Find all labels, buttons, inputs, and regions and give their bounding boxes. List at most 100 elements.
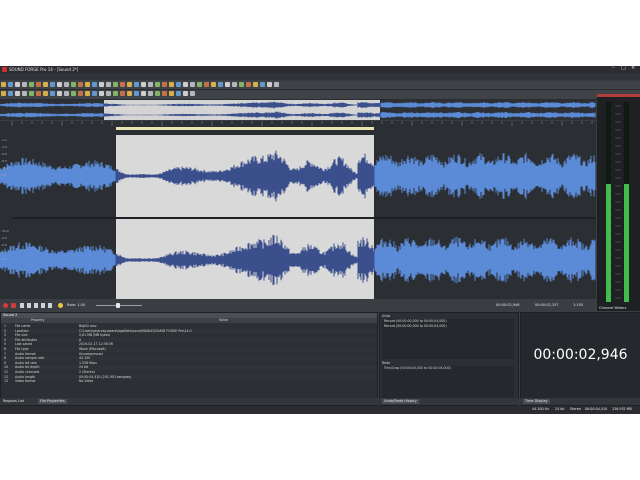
toolbar-button[interactable] [85,91,90,96]
toolbar-button[interactable] [176,91,181,96]
toolbar-button[interactable] [134,82,139,87]
toolbar-button[interactable] [106,91,111,96]
toolbar-button[interactable] [120,91,125,96]
toolbar-button[interactable] [120,82,125,87]
toolbar-button[interactable] [176,82,181,87]
toolbar-button[interactable] [36,91,41,96]
toolbar-button[interactable] [183,91,188,96]
toolbar-button[interactable] [260,82,265,87]
toolbar-button[interactable] [155,91,160,96]
toolbar-button[interactable] [183,82,188,87]
db-scale-label: -1.1 [1,138,7,142]
toolbar-button[interactable] [169,91,174,96]
toolbar-button[interactable] [246,82,251,87]
toolbar-button[interactable] [225,82,230,87]
toolbar-button[interactable] [127,82,132,87]
tab-regions-list[interactable]: Regions List [3,399,24,404]
toolbar-button[interactable] [1,91,6,96]
toolbar-button[interactable] [162,82,167,87]
toolbar-button[interactable] [15,82,20,87]
undo-label: Undo [382,314,391,318]
overview-bar[interactable] [0,100,596,120]
toolbar-button[interactable] [85,82,90,87]
toolbar-button[interactable] [155,82,160,87]
toolbar-button[interactable] [141,82,146,87]
toolbar-button[interactable] [71,91,76,96]
toolbar-button[interactable] [211,82,216,87]
go-to-start-button[interactable] [20,303,24,308]
toolbar-button[interactable] [113,82,118,87]
toolbar-button[interactable] [106,82,111,87]
toolbar-button[interactable] [22,82,27,87]
db-scale-label: -15.0 [1,166,9,170]
toolbar-button[interactable] [99,91,104,96]
db-scale-label: -9.5 [1,236,7,240]
toolbar-button[interactable] [274,82,279,87]
toolbar-button[interactable] [57,82,62,87]
toolbar-button[interactable] [8,91,13,96]
overview-waveform [0,100,596,120]
toolbar-button[interactable] [78,82,83,87]
toolbar-button[interactable] [43,91,48,96]
toolbar-button[interactable] [253,82,258,87]
tab-file-properties[interactable]: File Properties [38,399,67,404]
metronome-icon[interactable] [58,303,63,308]
redo-item[interactable]: Trim/Crop (00:00:00,000 to 00:00:04,000) [382,366,514,371]
toolbar-button[interactable] [267,82,272,87]
tab-time-display[interactable]: Time Display [523,399,550,404]
toolbar-button[interactable] [141,91,146,96]
close-button[interactable]: × [631,66,635,71]
db-scale-label: -3.5 [1,145,7,149]
toolbar-button[interactable] [113,91,118,96]
toolbar-button[interactable] [22,91,27,96]
toolbar-button[interactable] [190,91,195,96]
toolbar-button[interactable] [57,91,62,96]
toolbar-button[interactable] [36,82,41,87]
toolbar-button[interactable] [162,91,167,96]
status-bar: 44.100 Hz 24 bit Stereo 00:00:04,410 136… [0,406,640,414]
toolbar-button[interactable] [148,91,153,96]
record-button[interactable] [3,303,8,308]
toolbar-button[interactable] [78,91,83,96]
toolbar-button[interactable] [134,91,139,96]
rate-slider-handle[interactable] [116,303,120,308]
maximize-button[interactable]: □ [621,66,626,71]
toolbar-button[interactable] [71,82,76,87]
loop-button[interactable] [11,303,16,308]
toolbar-button[interactable] [127,91,132,96]
toolbar-button[interactable] [218,82,223,87]
toolbar-button[interactable] [43,82,48,87]
waveform-area[interactable]: -1.1 -3.5 -6.0 -9.5 -15.0 -Inf -15.0 -9.5 -6.0 -3… [0,121,596,299]
toolbar-button[interactable] [190,82,195,87]
toolbar-button[interactable] [1,82,6,87]
toolbar-button[interactable] [99,82,104,87]
transport-toolbar [0,90,640,100]
toolbar-button[interactable] [239,82,244,87]
property-row[interactable]: 13 Video format No Video [1,379,377,384]
pause-button[interactable] [48,303,52,308]
toolbar-button[interactable] [64,91,69,96]
toolbar-button[interactable] [169,82,174,87]
transport-length: 00:00:02,157 [535,303,559,307]
tab-undo-redo-history[interactable]: Undo/Redo History [382,399,419,404]
toolbar-button[interactable] [197,82,202,87]
toolbar-button[interactable] [8,82,13,87]
toolbar-button[interactable] [232,82,237,87]
toolbar-button[interactable] [50,91,55,96]
toolbar-button[interactable] [29,91,34,96]
toolbar-button[interactable] [29,82,34,87]
toolbar-button[interactable] [64,82,69,87]
go-to-end-button[interactable] [41,303,45,308]
toolbar-button[interactable] [15,91,20,96]
db-scale-label: -3.5 [1,250,7,254]
time-display-value: 00:00:02,946 [533,347,628,363]
toolbar-button[interactable] [148,82,153,87]
toolbar-button[interactable] [92,82,97,87]
stop-button[interactable] [34,303,38,308]
toolbar-button[interactable] [92,91,97,96]
minimize-button[interactable]: – [612,66,615,71]
play-button[interactable] [27,303,31,308]
toolbar-button[interactable] [50,82,55,87]
toolbar-button[interactable] [204,82,209,87]
undo-item[interactable]: Record (00:00:00,000 to 00:00:04,000) [382,324,514,329]
